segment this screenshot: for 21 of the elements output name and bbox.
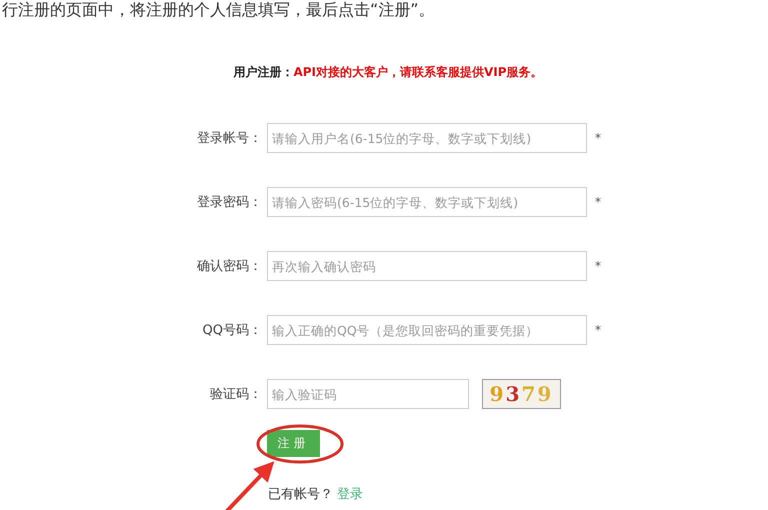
input-field[interactable]: 输入验证码 bbox=[267, 379, 469, 409]
field-label: 登录密码： bbox=[196, 194, 262, 211]
field-label: 确认密码： bbox=[196, 258, 262, 275]
intro-text: 行注册的页面中，将注册的个人信息填写，最后点击“注册”。 bbox=[1, 0, 436, 20]
required-mark: * bbox=[595, 323, 601, 337]
notice-text: API对接的大客户，请联系客服提供VIP服务。 bbox=[293, 64, 543, 81]
captcha-image[interactable]: 9379 bbox=[482, 379, 561, 409]
field-label: QQ号码： bbox=[202, 322, 262, 339]
form-title: 用户注册： bbox=[233, 64, 294, 81]
register-button[interactable]: 注册 bbox=[267, 430, 320, 457]
input-field[interactable]: 输入正确的QQ号（是您取回密码的重要凭据） bbox=[267, 315, 587, 345]
required-mark: * bbox=[595, 195, 601, 209]
input-field[interactable]: 请输入用户名(6-15位的字母、数字或下划线) bbox=[267, 123, 587, 153]
required-mark: * bbox=[595, 131, 601, 145]
field-label: 登录帐号： bbox=[196, 130, 262, 147]
login-prompt: 已有帐号？ bbox=[268, 487, 333, 502]
required-mark: * bbox=[595, 259, 601, 273]
input-field[interactable]: 请输入密码(6-15位的字母、数字或下划线) bbox=[267, 187, 587, 217]
login-link[interactable]: 登录 bbox=[337, 487, 363, 502]
input-field[interactable]: 再次输入确认密码 bbox=[267, 251, 587, 281]
field-label: 验证码： bbox=[209, 386, 262, 403]
